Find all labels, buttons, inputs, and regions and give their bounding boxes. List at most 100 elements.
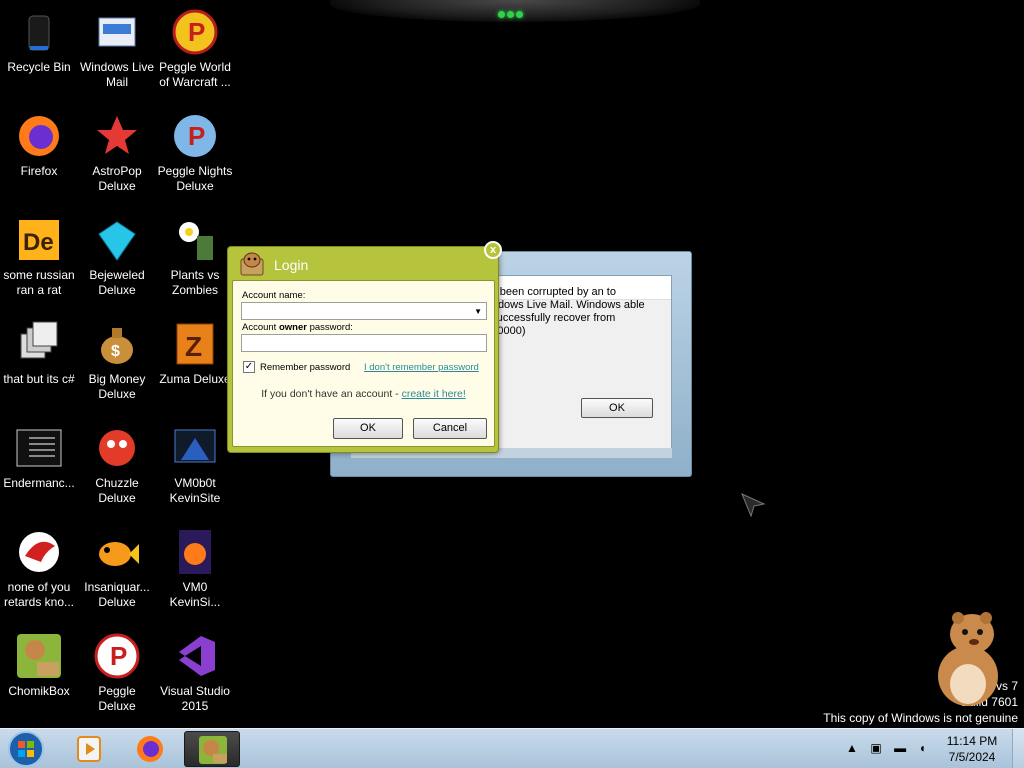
login-form: Account name: ▼ Account owner password: … — [232, 280, 495, 447]
vm-folder-icon — [171, 424, 219, 472]
login-dialog[interactable]: Login x Account name: ▼ Account owner pa… — [227, 241, 502, 453]
desktop-icon-label: ChomikBox — [8, 684, 70, 698]
chomikbox-taskbar-icon[interactable] — [184, 731, 240, 767]
windows-stack-icon — [15, 320, 63, 368]
peggle-nights-icon: P — [171, 112, 219, 160]
account-name-dropdown[interactable]: ▼ — [241, 302, 487, 320]
desktop-icon[interactable]: Bejeweled Deluxe — [78, 216, 156, 298]
error-ok-button[interactable]: OK — [581, 398, 653, 418]
desktop-icon-label: Peggle Nights Deluxe — [157, 164, 233, 193]
monitor-tray-icon[interactable]: ▬ — [894, 741, 906, 755]
desktop-icon[interactable]: Recycle Bin — [0, 8, 78, 75]
password-label-bold: owner — [278, 322, 307, 333]
de-icon: De — [15, 216, 63, 264]
desktop-icon[interactable]: P Peggle Deluxe — [78, 632, 156, 714]
taskbar: ▲ ▣ ▬ ◖ 11:14 PM 7/5/2024 — [0, 728, 1024, 768]
desktop-icon-label: Firefox — [20, 164, 58, 178]
svg-text:P: P — [188, 121, 205, 151]
desktop-icon[interactable]: Visual Studio 2015 — [156, 632, 234, 714]
login-ok-button[interactable]: OK — [333, 418, 403, 439]
forgot-password-link[interactable]: I don't remember password — [364, 362, 479, 373]
volume-tray-icon[interactable]: ◖ — [919, 741, 926, 755]
create-account-link[interactable]: create it here! — [402, 388, 466, 400]
svg-text:De: De — [23, 229, 54, 256]
network-tray-icon[interactable]: ▣ — [870, 741, 881, 755]
terminal-icon — [15, 424, 63, 472]
svg-text:P: P — [110, 641, 127, 671]
desktop-icon[interactable]: VM0 KevinSi... — [156, 528, 234, 610]
desktop-icon[interactable]: ChomikBox — [0, 632, 78, 699]
top-ornament — [330, 0, 700, 22]
close-icon[interactable]: x — [484, 241, 502, 259]
desktop-icon[interactable]: that but its c# — [0, 320, 78, 387]
remember-password-label: Remember password — [260, 362, 351, 373]
desktop-icon[interactable]: P Peggle Nights Deluxe — [156, 112, 234, 194]
desktop-icon[interactable]: Firefox — [0, 112, 78, 179]
taskbar-clock[interactable]: 11:14 PM 7/5/2024 — [940, 733, 1004, 765]
account-name-label: Account name: — [242, 290, 306, 301]
desktop-icon[interactable]: P Peggle World of Warcraft ... — [156, 8, 234, 90]
bejeweled-icon — [93, 216, 141, 264]
astropop-icon — [93, 112, 141, 160]
desktop-icon-label: Windows Live Mail — [79, 60, 155, 89]
firefox-icon — [15, 112, 63, 160]
desktop-icon-label: Visual Studio 2015 — [160, 684, 230, 713]
desktop-icon-label: Bejeweled Deluxe — [89, 268, 145, 297]
chomikbox-icon — [15, 632, 63, 680]
show-desktop-button[interactable] — [1012, 729, 1024, 768]
desktop-icon-label: none of you retards kno... — [3, 580, 75, 609]
error-message: has been corrupted by an to Windows Live… — [479, 286, 645, 337]
desktop-icon-label: that but its c# — [3, 372, 75, 386]
chevron-down-icon[interactable]: ▼ — [474, 307, 482, 316]
desktop-icon[interactable]: none of you retards kno... — [0, 528, 78, 610]
fish-icon — [93, 528, 141, 576]
svg-text:Z: Z — [185, 331, 202, 362]
recycle-bin-icon — [15, 8, 63, 56]
desktop-icon[interactable]: VM0b0t KevinSite — [156, 424, 234, 506]
password-input[interactable] — [241, 334, 487, 352]
desktop-icon-label: Big Money Deluxe — [88, 372, 146, 401]
chomikbox-logo-icon — [240, 251, 266, 277]
desktop-icon-label: Peggle Deluxe — [98, 684, 136, 713]
desktop-icon[interactable]: AstroPop Deluxe — [78, 112, 156, 194]
password-label-suffix: password: — [306, 322, 353, 333]
desktop-icon-label: Recycle Bin — [7, 60, 71, 74]
start-button-icon[interactable] — [6, 730, 46, 768]
chuzzle-icon — [93, 424, 141, 472]
desktop-icon[interactable]: De some russian ran a rat — [0, 216, 78, 298]
desktop-icon[interactable]: Z Zuma Deluxe — [156, 320, 234, 387]
plants-vs-zombies-icon — [171, 216, 219, 264]
desktop-icon-label: some russian ran a rat — [3, 268, 75, 297]
desktop-icon-label: Endermanc... — [3, 476, 75, 490]
remember-password-checkbox[interactable]: ✓ — [243, 361, 255, 373]
clock-date: 7/5/2024 — [948, 750, 996, 764]
no-account-prefix: If you don't have an account - — [261, 388, 402, 400]
desktop-icon-label: AstroPop Deluxe — [92, 164, 142, 193]
desktop-icon[interactable]: $ Big Money Deluxe — [78, 320, 156, 402]
firefox-taskbar-icon[interactable] — [122, 731, 178, 767]
login-title: Login — [274, 257, 309, 273]
media-player-taskbar-icon[interactable] — [62, 731, 118, 767]
clock-time: 11:14 PM — [946, 734, 998, 748]
desktop-icon-label: Chuzzle Deluxe — [95, 476, 139, 505]
mouse-cursor-icon — [740, 492, 766, 518]
desktop-icon[interactable]: Endermanc... — [0, 424, 78, 491]
desktop-icon-label: VM0b0t KevinSite — [169, 476, 221, 505]
desktop-icon-label: VM0 KevinSi... — [169, 580, 221, 609]
svg-text:$: $ — [111, 343, 120, 360]
show-hidden-icons-icon[interactable]: ▲ — [846, 741, 858, 755]
login-cancel-button[interactable]: Cancel — [413, 418, 487, 439]
status-leds-icon — [498, 5, 528, 18]
desktop-icon[interactable]: Insaniquar... Deluxe — [78, 528, 156, 610]
hamster-mascot-icon[interactable] — [922, 604, 1014, 708]
svg-text:P: P — [188, 17, 205, 47]
password-label: Account owner password: — [242, 322, 353, 333]
password-label-prefix: Account — [242, 322, 279, 333]
desktop-icon[interactable]: Windows Live Mail — [78, 8, 156, 90]
desktop-icon[interactable]: Plants vs Zombies — [156, 216, 234, 298]
system-tray: ▲ ▣ ▬ ◖ — [846, 739, 934, 757]
desktop-icon[interactable]: Chuzzle Deluxe — [78, 424, 156, 506]
zuma-icon: Z — [171, 320, 219, 368]
money-bag-icon: $ — [93, 320, 141, 368]
firefox-file-icon — [171, 528, 219, 576]
